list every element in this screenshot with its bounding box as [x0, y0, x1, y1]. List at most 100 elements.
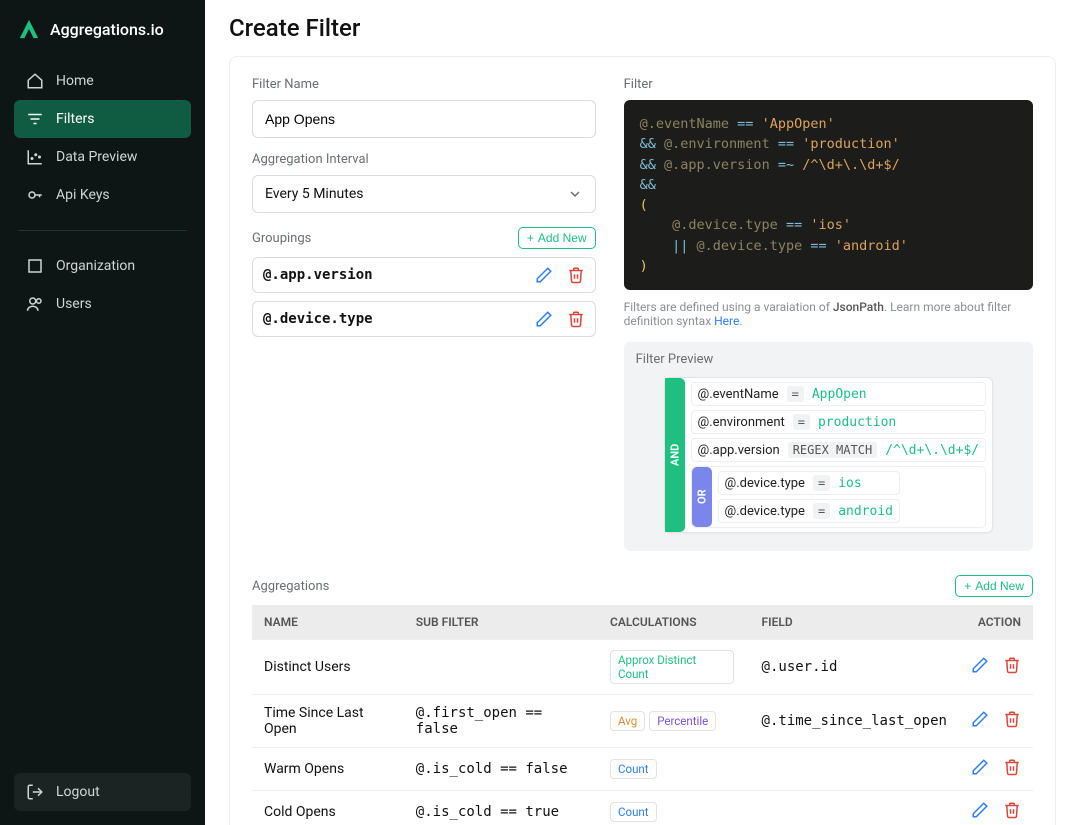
chart-icon: [26, 148, 44, 166]
col-subfilter: SUB FILTER: [404, 605, 598, 640]
col-field: FIELD: [750, 605, 959, 640]
preview-condition: @.device.type = ios: [718, 471, 900, 495]
sidebar-item-data-preview[interactable]: Data Preview: [14, 138, 191, 176]
sidebar-item-filters[interactable]: Filters: [14, 100, 191, 138]
filter-name-label: Filter Name: [252, 77, 596, 92]
logout-icon: [26, 783, 44, 801]
calc-tag: Count: [610, 802, 657, 822]
aggregation-interval-label: Aggregation Interval: [252, 152, 596, 167]
trash-icon[interactable]: [567, 266, 585, 284]
select-value: Every 5 Minutes: [265, 186, 364, 202]
users-icon: [26, 295, 44, 313]
cell-subfilter: [404, 640, 598, 695]
cell-calcs: Count: [598, 748, 750, 791]
nav-divider: [18, 230, 187, 231]
table-row: Time Since Last Open@.first_open == fals…: [252, 695, 1033, 748]
add-grouping-button[interactable]: + Add New: [518, 227, 596, 249]
groupings-label: Groupings: [252, 231, 311, 246]
calc-tag: Approx Distinct Count: [610, 650, 734, 684]
logout-button[interactable]: Logout: [14, 773, 191, 811]
plus-icon: +: [527, 231, 534, 245]
edit-icon[interactable]: [535, 266, 553, 284]
sidebar-item-label: Users: [56, 296, 92, 312]
sidebar-item-label: Api Keys: [56, 187, 110, 203]
brand: Aggregations.io: [0, 14, 205, 58]
calc-tag: Count: [610, 759, 657, 779]
calc-tag: Avg: [610, 711, 645, 731]
sidebar-item-label: Organization: [56, 258, 135, 274]
filter-name-input[interactable]: [252, 100, 596, 138]
cell-actions: [959, 748, 1033, 791]
filter-hint: Filters are defined using a varaiation o…: [624, 300, 1033, 328]
grouping-row: @.device.type: [252, 301, 596, 337]
add-aggregation-button[interactable]: + Add New: [955, 575, 1033, 597]
sidebar-item-home[interactable]: Home: [14, 62, 191, 100]
page-title: Create Filter: [205, 0, 1080, 56]
edit-icon[interactable]: [971, 758, 989, 776]
sidebar-item-organization[interactable]: Organization: [14, 247, 191, 285]
edit-icon[interactable]: [971, 801, 989, 819]
cell-actions: [959, 640, 1033, 695]
aggregation-interval-select[interactable]: Every 5 Minutes: [252, 175, 596, 213]
primary-nav: Home Filters Data Preview Api Keys: [0, 58, 205, 218]
col-calculations: CALCULATIONS: [598, 605, 750, 640]
filter-preview-card: AND @.eventName = AppOpen @.environment …: [664, 377, 994, 533]
key-icon: [26, 186, 44, 204]
cell-calcs: Approx Distinct Count: [598, 640, 750, 695]
cell-subfilter: @.is_cold == false: [404, 748, 598, 791]
cell-calcs: AvgPercentile: [598, 695, 750, 748]
brand-name: Aggregations.io: [50, 20, 164, 39]
cell-field: [750, 791, 959, 825]
filter-preview-panel: Filter Preview AND @.eventName = AppOpen: [624, 342, 1033, 551]
filter-form-right: Filter @.eventName == 'AppOpen' && @.env…: [624, 77, 1033, 551]
trash-icon[interactable]: [1003, 758, 1021, 776]
filter-preview-label: Filter Preview: [636, 352, 1021, 367]
add-new-label: Add New: [975, 579, 1024, 593]
sidebar-item-users[interactable]: Users: [14, 285, 191, 323]
cell-name: Time Since Last Open: [252, 695, 404, 748]
filter-panel: Filter Name Aggregation Interval Every 5…: [229, 56, 1056, 825]
filter-form-left: Filter Name Aggregation Interval Every 5…: [252, 77, 596, 551]
trash-icon[interactable]: [1003, 801, 1021, 819]
chevron-down-icon: [567, 186, 583, 202]
plus-icon: +: [964, 579, 971, 593]
cell-calcs: Count: [598, 791, 750, 825]
col-name: NAME: [252, 605, 404, 640]
sidebar: Aggregations.io Home Filters Data Previe…: [0, 0, 205, 825]
sidebar-item-label: Data Preview: [56, 149, 137, 165]
home-icon: [26, 72, 44, 90]
filter-syntax-link[interactable]: Here: [714, 314, 739, 328]
cell-actions: [959, 695, 1033, 748]
trash-icon[interactable]: [567, 310, 585, 328]
trash-icon[interactable]: [1003, 710, 1021, 728]
cell-name: Cold Opens: [252, 791, 404, 825]
sidebar-item-label: Home: [56, 73, 94, 89]
cell-name: Distinct Users: [252, 640, 404, 695]
preview-or-group: OR @.device.type = ios @.devic: [691, 466, 987, 528]
table-row: Warm Opens@.is_cold == false Count: [252, 748, 1033, 791]
edit-icon[interactable]: [971, 656, 989, 674]
aggregations-section: Aggregations + Add New NAME SUB FILTER C…: [252, 575, 1033, 825]
cell-field: [750, 748, 959, 791]
calc-tag: Percentile: [649, 711, 716, 731]
filter-code-label: Filter: [624, 77, 1033, 92]
preview-condition: @.environment = production: [691, 410, 987, 434]
sidebar-item-api-keys[interactable]: Api Keys: [14, 176, 191, 214]
brand-logo-icon: [18, 18, 40, 40]
table-row: Cold Opens@.is_cold == trueCount: [252, 791, 1033, 825]
building-icon: [26, 257, 44, 275]
preview-condition: @.app.version REGEX MATCH /^\d+\.\d+$/: [691, 438, 987, 462]
aggregations-table: NAME SUB FILTER CALCULATIONS FIELD ACTIO…: [252, 605, 1033, 825]
filter-icon: [26, 110, 44, 128]
filter-code-editor[interactable]: @.eventName == 'AppOpen' && @.environmen…: [624, 100, 1033, 290]
or-gutter: OR: [692, 467, 712, 527]
edit-icon[interactable]: [971, 710, 989, 728]
trash-icon[interactable]: [1003, 656, 1021, 674]
edit-icon[interactable]: [535, 310, 553, 328]
sidebar-item-label: Filters: [56, 111, 95, 127]
col-action: ACTION: [959, 605, 1033, 640]
add-new-label: Add New: [538, 231, 587, 245]
preview-condition: @.device.type = android: [718, 499, 900, 523]
cell-name: Warm Opens: [252, 748, 404, 791]
main-content: Create Filter Filter Name Aggregation In…: [205, 0, 1080, 825]
